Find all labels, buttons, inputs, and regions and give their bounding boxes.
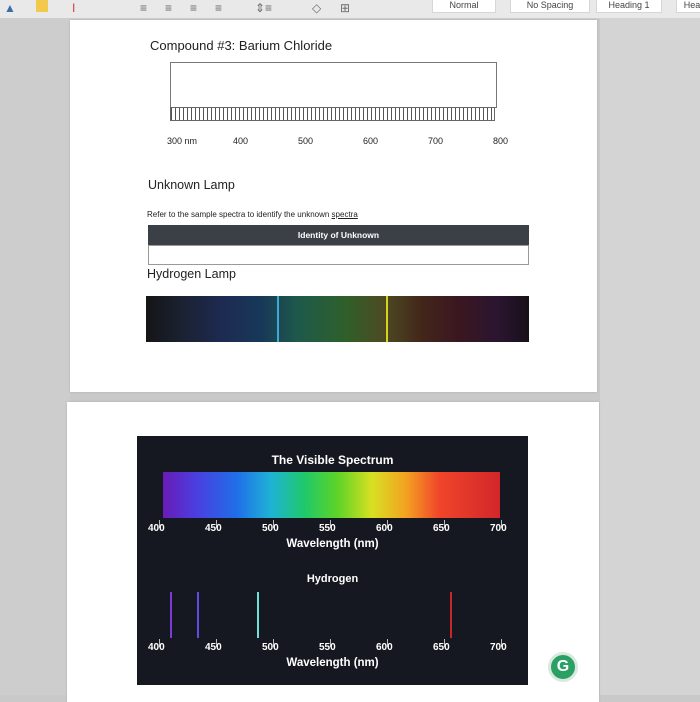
- emission-line: [277, 296, 279, 342]
- tick-label: 600: [376, 523, 393, 534]
- hydrogen-emission-line: [257, 592, 259, 638]
- tick-label: 600: [376, 642, 393, 653]
- ruler-label: 700: [428, 136, 444, 146]
- tick-label: 400: [148, 642, 165, 653]
- tick-label: 700: [490, 642, 507, 653]
- emission-line: [386, 296, 388, 342]
- paragraph-icon[interactable]: ▲: [4, 1, 16, 15]
- document-page-2[interactable]: The Visible Spectrum 400 450 500 550 600…: [67, 402, 599, 702]
- ruler-label: 500: [298, 136, 314, 146]
- continuous-spectrum-bar: [163, 472, 500, 518]
- ruler-label: 600: [363, 136, 379, 146]
- hydrogen-emission-line: [170, 592, 172, 638]
- align-center-icon[interactable]: ≡: [165, 1, 172, 15]
- tick-label: 550: [319, 642, 336, 653]
- style-no-spacing[interactable]: No Spacing: [510, 0, 590, 13]
- tick-label: 450: [205, 642, 222, 653]
- left-margin-area: [0, 18, 70, 695]
- grammarly-icon[interactable]: G: [548, 652, 578, 682]
- document-page-1[interactable]: Compound #3: Barium Chloride 300 nm 400 …: [70, 20, 597, 392]
- tick-label: 650: [433, 642, 450, 653]
- table-header: Identity of Unknown: [148, 225, 529, 245]
- instructions-text: Refer to the sample spectra to identify …: [147, 210, 358, 219]
- highlight-icon[interactable]: [36, 0, 48, 12]
- style-normal[interactable]: Normal: [432, 0, 496, 13]
- spectra-link[interactable]: spectra: [332, 210, 358, 219]
- style-heading-1[interactable]: Heading 1: [596, 0, 662, 13]
- wavelength-ruler: [170, 107, 495, 121]
- x-axis-label: Wavelength (nm): [286, 538, 379, 550]
- hydrogen-emission-line: [197, 592, 199, 638]
- spectrum-title: The Visible Spectrum: [271, 453, 394, 467]
- ruler-label: 800: [493, 136, 509, 146]
- tick-label: 700: [490, 523, 507, 534]
- instructions-label: Refer to the sample spectra to identify …: [147, 210, 332, 219]
- hydrogen-lamp-heading: Hydrogen Lamp: [147, 267, 236, 281]
- hydrogen-lamp-spectrum: [146, 296, 529, 342]
- tick-label: 400: [148, 523, 165, 534]
- hydrogen-emission-title: Hydrogen: [306, 573, 359, 585]
- visible-spectrum-image: The Visible Spectrum 400 450 500 550 600…: [137, 436, 528, 685]
- ribbon-toolbar: ▲ I ≡ ≡ ≡ ≡ ⇕≡ ◇ ⊞ Normal No Spacing Hea…: [0, 0, 700, 19]
- ruler-label: 400: [233, 136, 249, 146]
- tick-label: 500: [262, 642, 279, 653]
- hydrogen-emission-line: [450, 592, 452, 638]
- unknown-lamp-heading: Unknown Lamp: [148, 178, 235, 192]
- borders-icon[interactable]: ⊞: [340, 1, 350, 15]
- x-axis-label: Wavelength (nm): [286, 657, 379, 669]
- ruler-label: 300 nm: [167, 136, 198, 146]
- align-left-icon[interactable]: ≡: [140, 1, 147, 15]
- line-spacing-icon[interactable]: ⇕≡: [255, 1, 272, 15]
- tick-label: 650: [433, 523, 450, 534]
- style-heading-2[interactable]: Hea: [676, 0, 700, 13]
- compound-heading: Compound #3: Barium Chloride: [150, 38, 333, 53]
- tick-label: 450: [205, 523, 222, 534]
- tick-label: 500: [262, 523, 279, 534]
- shading-icon[interactable]: ◇: [312, 1, 321, 15]
- align-right-icon[interactable]: ≡: [190, 1, 197, 15]
- right-margin-area: [600, 18, 700, 695]
- tick-label: 550: [319, 523, 336, 534]
- justify-icon[interactable]: ≡: [215, 1, 222, 15]
- identity-answer-cell[interactable]: [148, 245, 529, 265]
- font-color-icon[interactable]: I: [72, 1, 75, 15]
- compound-spectrum-box[interactable]: [170, 62, 497, 108]
